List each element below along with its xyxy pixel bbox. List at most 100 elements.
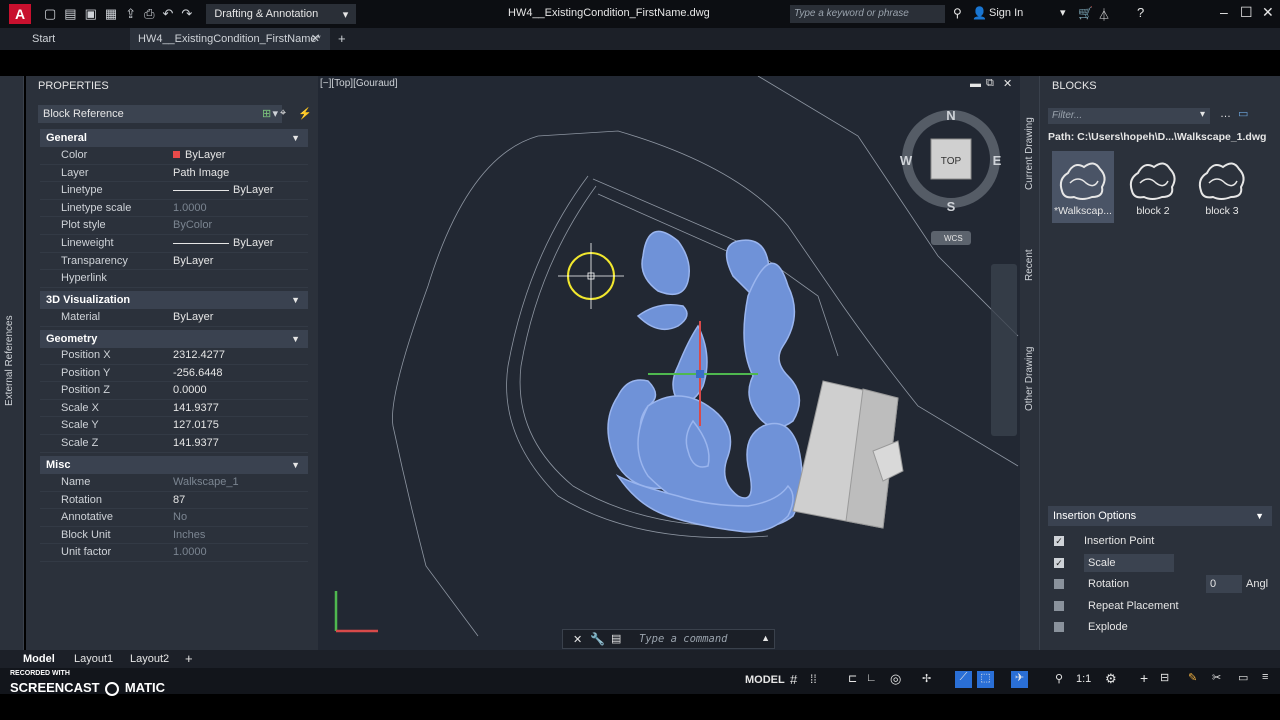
property-value[interactable]: Path Image bbox=[173, 165, 229, 183]
property-value[interactable]: ByLayer bbox=[173, 182, 273, 200]
isodraft-icon[interactable]: ◎ bbox=[890, 671, 901, 687]
open-folder-icon[interactable]: ▤ bbox=[64, 6, 76, 22]
selection-cycling-icon[interactable]: ⬚ bbox=[977, 671, 994, 688]
property-row-unit-factor[interactable]: Unit factor 1.0000 bbox=[40, 544, 308, 562]
option-insertion-point[interactable]: ✓ Insertion Point bbox=[1054, 532, 1254, 550]
annotation-monitor-icon[interactable]: + bbox=[1140, 670, 1148, 686]
tab-layout1[interactable]: Layout1 bbox=[74, 653, 113, 665]
new-tab-icon[interactable]: + bbox=[338, 28, 346, 50]
property-row-scale-y[interactable]: Scale Y 127.0175 bbox=[40, 417, 308, 435]
add-layout-icon[interactable]: + bbox=[185, 651, 193, 666]
binoculars-icon[interactable]: ⚲ bbox=[953, 6, 962, 20]
property-value[interactable]: 127.0175 bbox=[173, 417, 219, 435]
view-mode-icon[interactable]: ▭ bbox=[1238, 107, 1248, 120]
save-as-icon[interactable]: ▦ bbox=[105, 6, 117, 22]
rotation-input[interactable]: 0 bbox=[1206, 575, 1242, 593]
tab-start[interactable]: Start bbox=[20, 28, 130, 50]
workspace-switch-icon[interactable]: ⚙ bbox=[1105, 671, 1117, 687]
maximize-icon[interactable]: ☐ bbox=[1240, 4, 1253, 21]
property-value[interactable]: ByColor bbox=[173, 217, 212, 235]
annotation-scale[interactable]: 1:1 bbox=[1076, 673, 1091, 685]
property-row-lineweight[interactable]: Lineweight ByLayer bbox=[40, 235, 308, 253]
close-tab-icon[interactable]: ✕ bbox=[311, 28, 320, 50]
units-icon[interactable]: ⊟ bbox=[1160, 671, 1169, 684]
ortho-icon[interactable]: ⊏ bbox=[848, 672, 857, 685]
lock-ui-icon[interactable]: ✂ bbox=[1212, 671, 1221, 684]
property-value[interactable]: ByLayer bbox=[173, 309, 213, 327]
tab-drawing[interactable]: HW4__ExistingCondition_FirstName* ✕ bbox=[130, 28, 330, 50]
customization-icon[interactable]: ≡ bbox=[1262, 671, 1268, 683]
property-row-position-x[interactable]: Position X 2312.4277 bbox=[40, 347, 308, 365]
chevron-down-icon[interactable]: ▾ bbox=[1060, 6, 1066, 19]
insertion-grip[interactable] bbox=[696, 370, 704, 378]
block-item-block-2[interactable]: block 2 bbox=[1122, 151, 1184, 223]
network-icon[interactable]: ⏃ bbox=[1098, 6, 1110, 23]
insertion-options-header[interactable]: Insertion Options ▼ bbox=[1048, 506, 1272, 526]
property-row-position-y[interactable]: Position Y -256.6448 bbox=[40, 365, 308, 383]
property-value[interactable]: ByLayer bbox=[173, 253, 213, 271]
snap-icon[interactable]: ⁞⁞ bbox=[810, 672, 817, 686]
section-geometry[interactable]: Geometry ▼ bbox=[40, 330, 308, 348]
sign-in-button[interactable]: Sign In bbox=[989, 7, 1023, 19]
property-value[interactable]: 141.9377 bbox=[173, 435, 219, 453]
option-rotation[interactable]: Rotation 0 Angl bbox=[1054, 575, 1280, 593]
close-icon[interactable]: ✕ bbox=[573, 633, 582, 646]
property-value[interactable]: -256.6448 bbox=[173, 365, 223, 383]
wrench-icon[interactable]: 🔧 bbox=[590, 632, 605, 646]
chevron-down-icon[interactable]: ▾ bbox=[1200, 109, 1205, 120]
lineweight-icon[interactable]: ⟋ bbox=[955, 671, 972, 688]
new-file-icon[interactable]: ▢ bbox=[44, 6, 56, 22]
command-line[interactable]: ✕ 🔧 ▤ Type a command ▲ bbox=[562, 629, 775, 649]
close-icon[interactable]: ✕ bbox=[1262, 4, 1274, 21]
section-3d-visualization[interactable]: 3D Visualization ▼ bbox=[40, 291, 308, 309]
section-misc[interactable]: Misc ▼ bbox=[40, 456, 308, 474]
option-explode[interactable]: Explode bbox=[1054, 618, 1254, 636]
cart-icon[interactable]: 🛒 bbox=[1078, 6, 1093, 20]
property-value[interactable]: ByLayer bbox=[173, 147, 225, 165]
clean-screen-icon[interactable]: ▭ bbox=[1238, 671, 1248, 684]
property-row-scale-z[interactable]: Scale Z 141.9377 bbox=[40, 435, 308, 453]
grid-icon[interactable]: # bbox=[790, 672, 797, 687]
select-objects-icon[interactable]: ⌖ bbox=[280, 107, 286, 120]
annotation-scale-icon[interactable]: ⚲ bbox=[1055, 672, 1063, 685]
user-icon[interactable]: 👤 bbox=[972, 6, 987, 20]
option-repeat-placement[interactable]: Repeat Placement bbox=[1054, 597, 1254, 615]
navigation-bar[interactable] bbox=[991, 264, 1017, 436]
annotation-visibility-icon[interactable]: ✈ bbox=[1011, 671, 1028, 688]
property-row-name[interactable]: Name Walkscape_1 bbox=[40, 474, 308, 492]
tab-other-drawing[interactable]: Other Drawing bbox=[1024, 347, 1035, 411]
property-row-hyperlink[interactable]: Hyperlink bbox=[40, 270, 308, 288]
option-scale[interactable]: ✓ Scale bbox=[1054, 554, 1254, 572]
minimize-icon[interactable]: – bbox=[1220, 4, 1228, 20]
recent-commands-icon[interactable]: ▤ bbox=[611, 632, 621, 645]
command-input[interactable]: Type a command bbox=[639, 633, 728, 645]
property-row-transparency[interactable]: Transparency ByLayer bbox=[40, 253, 308, 271]
object-type-select[interactable]: Block Reference ▾ bbox=[38, 105, 282, 123]
external-references-strip[interactable]: External References bbox=[0, 76, 24, 650]
help-icon[interactable]: ? bbox=[1137, 5, 1144, 20]
external-references-tab[interactable]: External References bbox=[4, 315, 15, 406]
property-value[interactable]: Walkscape_1 bbox=[173, 474, 239, 492]
drawing-canvas[interactable]: TOP N S E W WCS bbox=[318, 76, 1020, 650]
property-row-layer[interactable]: Layer Path Image bbox=[40, 165, 308, 183]
property-value[interactable]: ByLayer bbox=[173, 235, 273, 253]
print-icon[interactable]: ⎙ bbox=[144, 6, 154, 22]
property-row-linetype[interactable]: Linetype ByLayer bbox=[40, 182, 308, 200]
section-general[interactable]: General ▼ bbox=[40, 129, 308, 147]
property-value[interactable]: 0.0000 bbox=[173, 382, 207, 400]
block-item-walkscape[interactable]: *Walkscap... bbox=[1052, 151, 1114, 223]
application-menu-button[interactable]: A bbox=[0, 2, 40, 26]
save-icon[interactable]: ▣ bbox=[85, 6, 97, 22]
redo-icon[interactable]: ↷ bbox=[181, 6, 192, 22]
quick-select-icon[interactable]: ⚡ bbox=[298, 107, 312, 120]
block-filter-input[interactable]: Filter... bbox=[1048, 108, 1210, 124]
search-input[interactable]: Type a keyword or phrase bbox=[790, 5, 945, 23]
tab-recent[interactable]: Recent bbox=[1024, 249, 1035, 281]
property-row-linetype-scale[interactable]: Linetype scale 1.0000 bbox=[40, 200, 308, 218]
quick-properties-icon[interactable]: ✎ bbox=[1188, 671, 1197, 684]
object-snap-tracking-icon[interactable]: ✢ bbox=[922, 672, 931, 685]
tab-layout2[interactable]: Layout2 bbox=[130, 653, 169, 665]
property-row-color[interactable]: Color ByLayer bbox=[40, 147, 308, 165]
property-value[interactable]: 87 bbox=[173, 492, 185, 510]
property-row-block-unit[interactable]: Block Unit Inches bbox=[40, 527, 308, 545]
